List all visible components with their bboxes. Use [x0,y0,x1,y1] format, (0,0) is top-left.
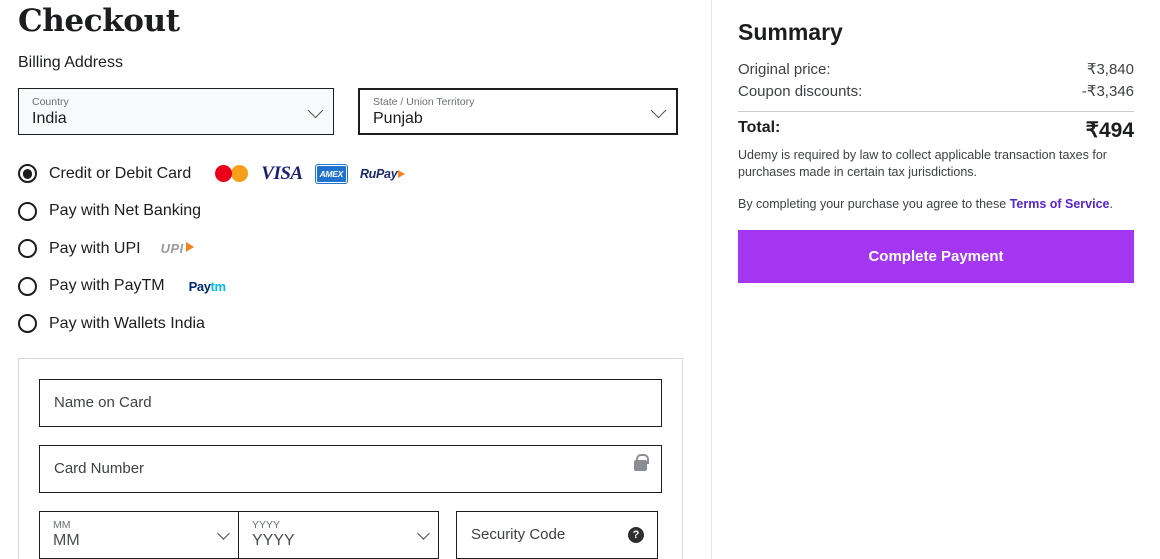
chevron-down-icon [417,526,430,540]
chevron-down-icon [307,102,324,118]
terms-agreement-text: By completing your purchase you agree to… [738,196,1134,213]
radio-icon-paytm[interactable] [18,276,37,296]
terms-of-service-link[interactable]: Terms of Service [1010,197,1110,211]
summary-row-original-price: Original price: ₹3,840 [738,59,1134,81]
billing-address-label: Billing Address [18,54,123,71]
expiry-month-label: MM [53,519,71,531]
summary-row-label: Original price: [738,61,831,78]
chevron-down-icon [217,526,230,540]
order-summary-panel: Summary Original price: ₹3,840 Coupon di… [711,0,1160,559]
lock-icon [634,453,649,471]
summary-divider [738,111,1134,112]
payment-option-label: Pay with Wallets India [49,314,205,332]
expiry-month-select[interactable]: MM MM [39,510,239,559]
expiry-year-select[interactable]: YYYY YYYY [239,510,439,559]
name-on-card-field[interactable]: Name on Card [39,378,662,427]
state-select-value: Punjab [373,109,423,127]
page-title: Checkout [18,3,180,39]
upi-icon: UPI [161,241,194,256]
state-select-label: State / Union Territory [373,95,475,108]
payment-option-label: Pay with UPI [49,239,141,257]
radio-icon-upi[interactable] [18,239,37,259]
summary-total-label: Total: [738,119,781,136]
expiry-month-value: MM [53,532,80,549]
card-number-field[interactable]: Card Number [39,444,662,493]
payment-option-paytm[interactable]: Pay with PayTM Paytm [18,268,693,306]
expiry-and-cvc-row: MM MM YYYY YYYY Security Code ? [39,510,662,559]
checkout-page: Checkout Billing Address Country India S… [0,0,1160,559]
mastercard-icon [215,163,249,184]
card-brand-logos: VISA AMEX RuPay [215,162,406,185]
terms-agreement-prefix: By completing your purchase you agree to… [738,197,1010,211]
card-number-placeholder: Card Number [54,460,145,477]
payment-option-label: Credit or Debit Card [49,164,192,182]
expiry-year-label: YYYY [252,519,281,531]
paytm-icon-part-b: tm [210,278,226,294]
country-select[interactable]: Country India [18,88,334,135]
paytm-icon-part-a: Pay [188,278,211,294]
card-details-form: Name on Card Card Number MM MM YYYY YYYY [18,357,683,559]
billing-address-fields: Country India State / Union Territory Pu… [18,88,693,135]
summary-title: Summary [738,19,843,45]
country-select-label: Country [32,95,69,108]
rupay-icon: RuPay [360,167,406,181]
radio-icon-wallets-india[interactable] [18,314,37,334]
state-select[interactable]: State / Union Territory Punjab [358,88,678,135]
payment-option-upi[interactable]: Pay with UPI UPI [18,230,693,268]
radio-icon-net-banking[interactable] [18,201,37,221]
security-code-placeholder: Security Code [471,526,566,543]
summary-total-value: ₹494 [1085,119,1134,142]
payment-option-net-banking[interactable]: Pay with Net Banking [18,193,693,231]
help-icon[interactable]: ? [628,526,644,543]
visa-icon: VISA [261,162,303,184]
amex-icon: AMEX [315,164,347,183]
chevron-down-icon [650,102,667,118]
country-select-value: India [32,109,67,127]
summary-row-coupon-discounts: Coupon discounts: -₹3,346 [738,81,1134,103]
complete-payment-button[interactable]: Complete Payment [738,230,1134,283]
radio-icon-credit-card[interactable] [18,164,37,184]
summary-row-label: Coupon discounts: [738,83,863,100]
checkout-left-column: Checkout Billing Address Country India S… [0,0,711,559]
summary-total-row: Total: ₹494 [738,119,1134,143]
payment-option-label: Pay with PayTM [49,277,165,295]
summary-row-value: ₹3,840 [1086,61,1134,78]
summary-row-value: -₹3,346 [1081,83,1134,100]
name-on-card-placeholder: Name on Card [54,394,152,411]
security-code-field[interactable]: Security Code ? [456,510,658,559]
payment-method-list: Credit or Debit Card VISA AMEX RuPay Pay… [18,155,693,343]
payment-option-label: Pay with Net Banking [49,202,202,220]
terms-agreement-suffix: . [1109,197,1113,211]
expiry-year-value: YYYY [252,532,295,549]
paytm-icon: Paytm [189,279,226,294]
payment-option-wallets-india[interactable]: Pay with Wallets India [18,305,693,343]
payment-option-credit-card[interactable]: Credit or Debit Card VISA AMEX RuPay [18,155,693,193]
tax-legal-text: Udemy is required by law to collect appl… [738,148,1107,179]
